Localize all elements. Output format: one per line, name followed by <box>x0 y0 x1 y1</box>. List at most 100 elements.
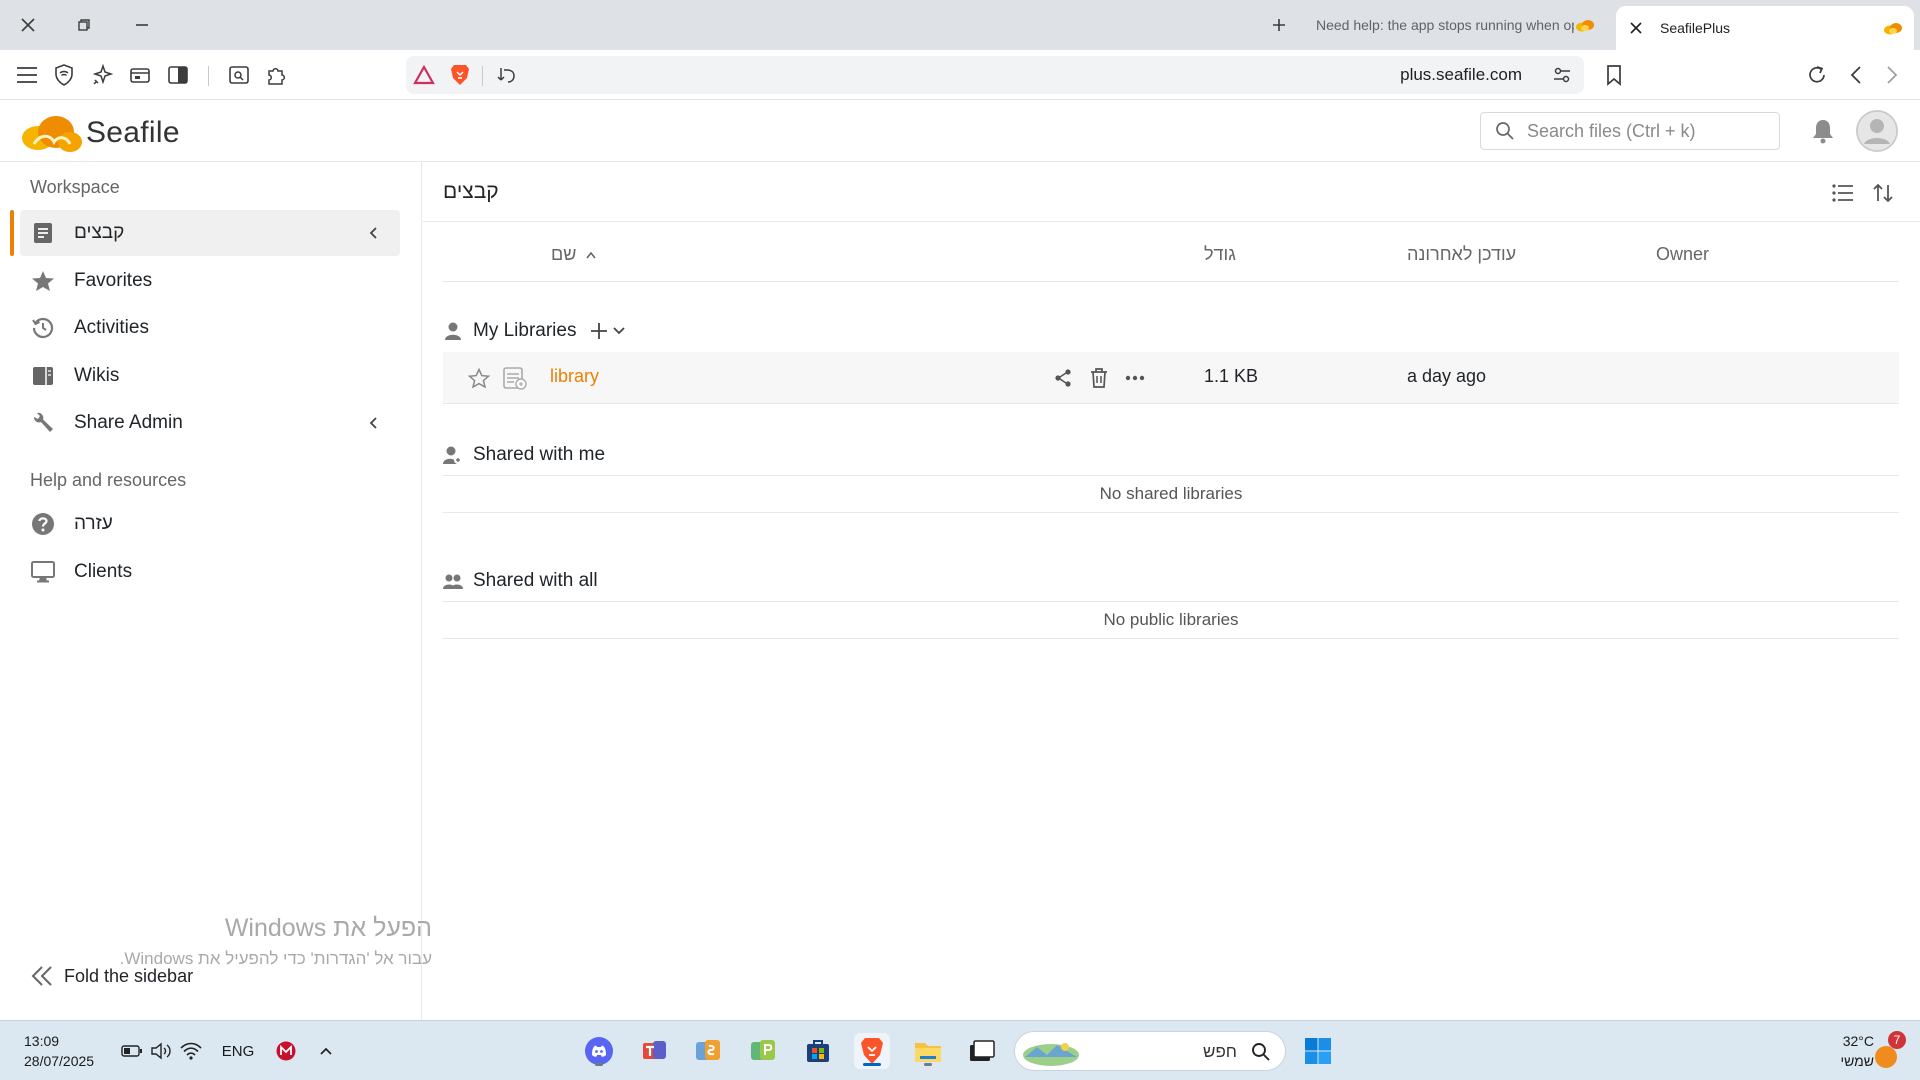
column-size-header[interactable]: גודל <box>1204 244 1236 265</box>
search-icon <box>1252 1043 1270 1061</box>
delete-button[interactable] <box>1086 365 1112 391</box>
monitor-icon <box>30 559 56 585</box>
section-title-text: My Libraries <box>473 320 577 341</box>
weather-icon-button[interactable]: 7 <box>1870 1031 1906 1071</box>
window-restore-button[interactable] <box>64 8 104 42</box>
battery-icon <box>121 1045 142 1057</box>
wifi-indicator[interactable] <box>178 1039 204 1063</box>
more-dots-icon <box>1125 375 1145 381</box>
workspace-heading: Workspace <box>30 177 120 197</box>
back-button[interactable] <box>1840 60 1872 90</box>
sidebar-item-label: Wikis <box>74 365 120 386</box>
menu-button[interactable] <box>11 60 43 90</box>
taskbar-search[interactable]: חפש <box>1014 1031 1286 1071</box>
search-input[interactable] <box>1527 120 1767 142</box>
sidebar-item-files[interactable]: קבצים <box>20 210 400 256</box>
chevron-left-icon[interactable] <box>364 414 382 432</box>
bookmark-button[interactable] <box>1598 60 1630 90</box>
address-bar[interactable]: plus.seafile.com <box>406 56 1584 94</box>
chevron-left-icon <box>1850 66 1861 84</box>
files-icon <box>30 220 56 246</box>
urlbar-separator <box>482 66 483 86</box>
section-divider <box>443 475 1899 476</box>
vpn-button[interactable] <box>48 60 80 90</box>
window-close-button[interactable] <box>8 8 48 42</box>
section-divider <box>443 601 1899 602</box>
search-box[interactable] <box>1480 112 1780 150</box>
windows-taskbar: 13:09 28/07/2025 ENG חפש 32°C שמשי 7 <box>0 1020 1920 1080</box>
window-minimize-button[interactable] <box>122 8 162 42</box>
sidebar-item-favorites[interactable]: Favorites <box>20 258 400 304</box>
brave-shields-button[interactable] <box>444 60 476 90</box>
chevron-left-icon[interactable] <box>364 224 382 242</box>
leo-ai-button[interactable] <box>86 60 118 90</box>
weather-widget[interactable]: 32°C שמשי <box>1806 1031 1874 1071</box>
empty-public-message: No public libraries <box>1103 610 1239 629</box>
chevron-right-icon <box>1887 66 1898 84</box>
taskbar-sway[interactable] <box>690 1033 726 1069</box>
sidebar-item-activities[interactable]: Activities <box>20 305 400 351</box>
brave-lion-icon <box>451 65 469 85</box>
forward-button[interactable] <box>1876 60 1908 90</box>
wallet-button[interactable] <box>124 60 156 90</box>
new-tab-button[interactable] <box>1262 9 1296 41</box>
taskbar-file-explorer[interactable] <box>910 1033 946 1069</box>
taskbar-teams[interactable] <box>636 1033 672 1069</box>
folder-icon <box>915 1043 941 1062</box>
site-settings-button[interactable] <box>490 60 522 90</box>
section-divider <box>443 512 1899 513</box>
taskbar-start-button[interactable] <box>1300 1033 1336 1069</box>
search-icon <box>1496 122 1514 140</box>
column-name-header[interactable]: שם <box>551 244 597 265</box>
sidebar-item-clients[interactable]: Clients <box>20 549 400 595</box>
history-icon <box>30 315 56 341</box>
volume-indicator[interactable] <box>149 1039 173 1063</box>
brave-rewards-button[interactable] <box>408 60 440 90</box>
extensions-button[interactable] <box>260 60 292 90</box>
tray-app-button[interactable] <box>274 1039 298 1063</box>
clock[interactable]: 13:09 28/07/2025 <box>24 1031 94 1071</box>
tab-close-button[interactable] <box>1622 14 1650 42</box>
taskbar-publisher[interactable] <box>745 1033 781 1069</box>
taskbar-brave[interactable] <box>854 1033 890 1069</box>
shield-icon <box>55 64 73 86</box>
column-owner-header[interactable]: Owner <box>1656 244 1709 265</box>
reader-icon <box>229 66 249 84</box>
list-view-icon <box>1832 184 1853 202</box>
reader-mode-button[interactable] <box>223 60 255 90</box>
sidebar-item-share-admin[interactable]: Share Admin <box>20 400 400 446</box>
browser-tab-help[interactable]: Need help: the app stops running when op… <box>1306 6 1606 44</box>
reload-button[interactable] <box>1801 60 1833 90</box>
notifications-button[interactable] <box>1808 116 1838 146</box>
sidebar: Workspace קבצים Favorites Activities Wik… <box>0 162 422 1020</box>
favorite-toggle[interactable] <box>466 365 492 391</box>
table-row[interactable]: library 1.1 KB a day ago <box>443 352 1899 404</box>
sidebar-item-wikis[interactable]: Wikis <box>20 353 400 399</box>
user-avatar[interactable] <box>1856 110 1898 152</box>
share-link-button[interactable] <box>1546 60 1578 90</box>
battery-indicator[interactable] <box>120 1039 144 1063</box>
logo-text: Seafile <box>86 116 180 149</box>
language-indicator[interactable]: ENG <box>220 1039 256 1063</box>
puzzle-icon <box>268 68 285 85</box>
taskbar-discord[interactable] <box>581 1033 617 1069</box>
more-operations-button[interactable] <box>1122 365 1148 391</box>
taskbar-task-view[interactable] <box>964 1033 1000 1069</box>
column-modified-header[interactable]: עודכן לאחרונה <box>1407 244 1516 265</box>
url-text[interactable]: plus.seafile.com <box>1400 65 1522 85</box>
new-library-button[interactable] <box>590 322 626 340</box>
library-name-link[interactable]: library <box>550 366 599 387</box>
list-view-button[interactable] <box>1827 178 1859 208</box>
sidebar-toggle-button[interactable] <box>162 60 194 90</box>
share-button[interactable] <box>1050 365 1076 391</box>
show-hidden-icons-button[interactable] <box>314 1039 338 1063</box>
taskbar-store[interactable] <box>800 1033 836 1069</box>
sidebar-item-help[interactable]: עזרה <box>20 501 400 547</box>
browser-toolbar: plus.seafile.com <box>0 50 1920 100</box>
windows-logo-icon <box>1305 1038 1331 1064</box>
seafile-logo[interactable]: Seafile <box>20 112 180 154</box>
rewards-triangle-icon <box>413 65 435 85</box>
browser-tab-seafileplus[interactable]: SeafilePlus <box>1616 6 1914 50</box>
sidebar-item-label: קבצים <box>74 222 125 243</box>
sort-button[interactable] <box>1867 178 1899 208</box>
